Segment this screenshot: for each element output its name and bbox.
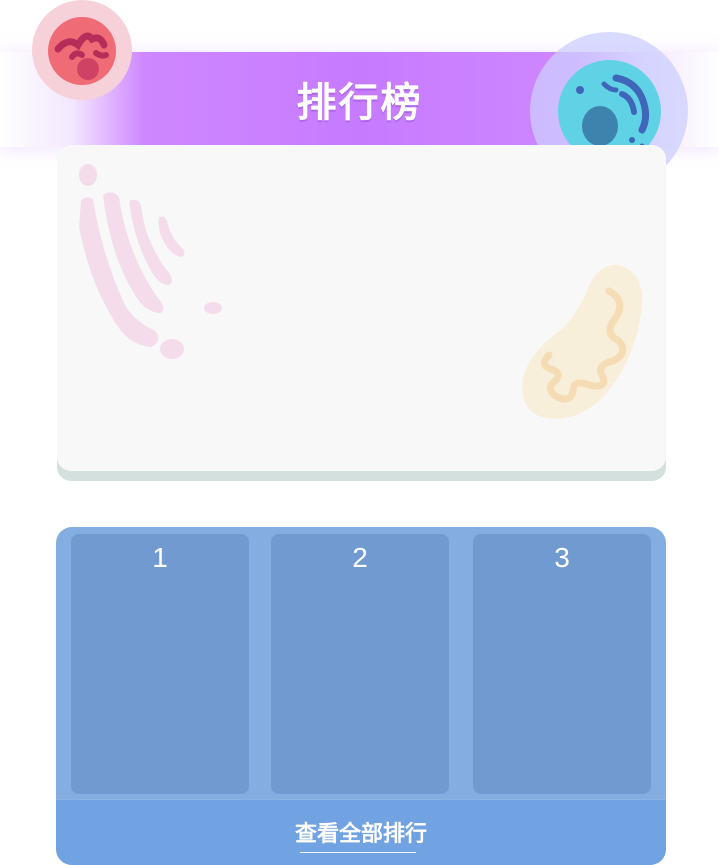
red-cell-icon (48, 17, 116, 85)
view-all-underline (300, 852, 416, 853)
golgi-icon (79, 164, 222, 359)
rank-number: 3 (554, 542, 570, 573)
rank-slot-3[interactable]: 3 (473, 534, 651, 794)
leaderboard-panel: 1 2 3 查看全部排行 (56, 527, 666, 865)
info-card (57, 145, 666, 471)
rank-slot-1[interactable]: 1 (71, 534, 249, 794)
view-all-label: 查看全部排行 (294, 822, 427, 847)
rank-number: 2 (352, 542, 368, 573)
rank-slot-2[interactable]: 2 (271, 534, 449, 794)
rank-number: 1 (152, 542, 168, 573)
view-all-button[interactable]: 查看全部排行 (56, 800, 666, 865)
mitochondria-icon (522, 264, 643, 419)
